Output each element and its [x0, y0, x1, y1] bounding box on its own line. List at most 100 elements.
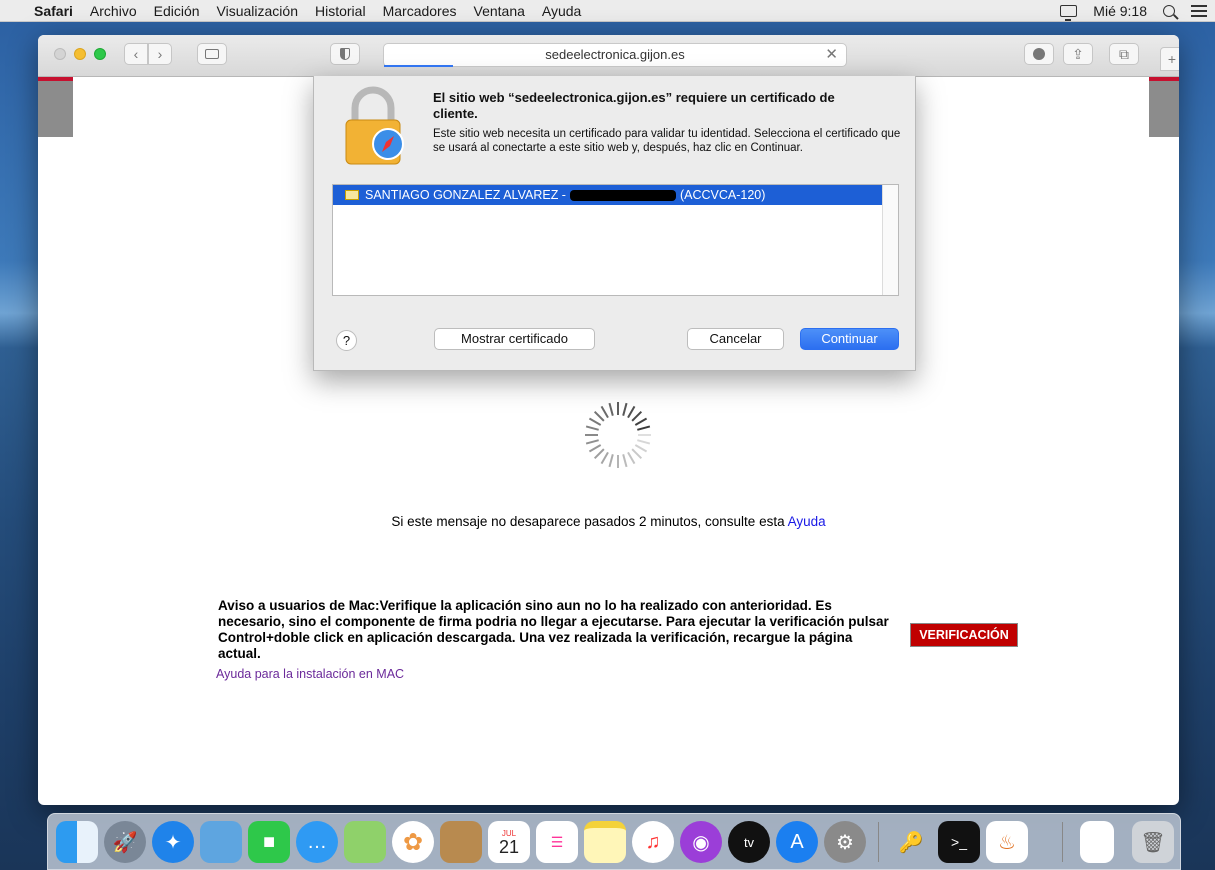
back-button[interactable]: ‹	[124, 43, 148, 65]
tab-overview-button[interactable]: ⧉	[1109, 43, 1139, 65]
dock: 🚀 ✦ ■ … ✿ JUL 21 ☰ ♫ ◉ tv A ⚙ 🔑 >_ ♨ 🗑	[47, 813, 1181, 870]
spinner-tick	[608, 402, 614, 416]
system-preferences-icon[interactable]: ⚙	[824, 821, 866, 863]
reminders-icon[interactable]: ☰	[536, 821, 578, 863]
continue-button[interactable]: Continuar	[800, 328, 899, 350]
certificate-list-scrollbar[interactable]	[882, 185, 898, 295]
spinner-tick	[622, 454, 628, 468]
certificate-list[interactable]: SANTIAGO GONZALEZ ALVAREZ - (ACCVCA-120)	[332, 184, 899, 296]
menu-edicion[interactable]: Edición	[154, 3, 200, 19]
spinner-tick	[631, 448, 643, 460]
mac-notice: Aviso a usuarios de Mac:Verifique la apl…	[218, 598, 889, 661]
url-text: sedeelectronica.gijon.es	[545, 47, 685, 62]
show-certificate-button[interactable]: Mostrar certificado	[434, 328, 595, 350]
menu-visualizacion[interactable]: Visualización	[217, 3, 298, 19]
plus-icon: +	[1167, 51, 1177, 67]
display-mirroring-icon[interactable]	[1060, 5, 1078, 21]
spinner-tick	[600, 405, 609, 419]
page-load-progress	[384, 65, 454, 67]
wait-help-link[interactable]: Ayuda	[788, 514, 826, 529]
notes-icon[interactable]	[584, 821, 626, 863]
spotlight-search-icon[interactable]	[1163, 5, 1175, 17]
messages-icon[interactable]: …	[296, 821, 338, 863]
redaction-bar	[569, 190, 676, 202]
spinner-tick	[588, 444, 602, 453]
certificate-issuer: (ACCVCA-120)	[679, 188, 766, 202]
lock-icon	[345, 86, 404, 165]
forward-button[interactable]: ›	[148, 43, 172, 65]
site-header-left	[38, 77, 73, 137]
dock-separator	[878, 822, 879, 862]
menu-ventana[interactable]: Ventana	[474, 3, 525, 19]
cancel-button[interactable]: Cancelar	[687, 328, 784, 350]
spinner-tick	[585, 425, 599, 431]
share-icon: ⇪	[1072, 45, 1084, 62]
spinner-tick	[627, 405, 636, 419]
spinner-tick	[585, 439, 599, 445]
shield-icon	[340, 48, 350, 60]
spinner-tick	[637, 425, 651, 431]
spinner-tick	[637, 439, 651, 445]
menu-clock[interactable]: Mié 9:18	[1093, 3, 1147, 19]
spinner-tick	[631, 410, 643, 422]
tabs-icon: ⧉	[1119, 45, 1129, 62]
wait-message-text: Si este mensaje no desaparece pasados 2 …	[391, 514, 785, 529]
sidebar-icon	[205, 49, 219, 59]
terminal-icon[interactable]: >_	[938, 821, 980, 863]
spinner-tick	[622, 402, 628, 416]
dialog-body: Este sitio web necesita un certificado p…	[433, 128, 901, 154]
dialog-title: El sitio web “sedeelectronica.gijon.es” …	[433, 90, 835, 121]
podcasts-icon[interactable]: ◉	[680, 821, 722, 863]
dock-separator	[1062, 822, 1063, 862]
launchpad-icon[interactable]: 🚀	[104, 821, 146, 863]
contacts-icon[interactable]	[440, 821, 482, 863]
certificate-row[interactable]: SANTIAGO GONZALEZ ALVAREZ - (ACCVCA-120)	[333, 185, 882, 205]
spinner-tick	[608, 454, 614, 468]
java-icon[interactable]: ♨	[986, 821, 1028, 863]
downloads-button[interactable]	[1024, 43, 1054, 65]
minimize-window-icon[interactable]	[74, 48, 86, 60]
music-icon[interactable]: ♫	[632, 821, 674, 863]
spinner-tick	[600, 451, 609, 465]
menu-marcadores[interactable]: Marcadores	[383, 3, 457, 19]
menu-ayuda[interactable]: Ayuda	[542, 3, 581, 19]
privacy-report-button[interactable]	[330, 43, 360, 65]
menu-app-safari[interactable]: Safari	[34, 3, 73, 19]
safari-icon[interactable]: ✦	[152, 821, 194, 863]
appstore-icon[interactable]: A	[776, 821, 818, 863]
stop-loading-icon[interactable]: ✕	[825, 44, 838, 66]
wait-message: Si este mensaje no desaparece pasados 2 …	[38, 514, 1179, 529]
help-button[interactable]: ?	[336, 330, 357, 351]
calendar-icon[interactable]: JUL 21	[488, 821, 530, 863]
menu-archivo[interactable]: Archivo	[90, 3, 137, 19]
maps-icon[interactable]	[344, 821, 386, 863]
site-header-right	[1149, 77, 1179, 137]
close-window-icon[interactable]	[54, 48, 66, 60]
zoom-window-icon[interactable]	[94, 48, 106, 60]
spinner-tick	[588, 417, 602, 426]
spinner-tick	[627, 451, 636, 465]
loading-spinner-icon	[585, 402, 651, 468]
share-button[interactable]: ⇪	[1063, 43, 1093, 65]
notification-center-icon[interactable]	[1191, 5, 1207, 17]
sidebar-toggle-button[interactable]	[197, 43, 227, 65]
new-tab-button[interactable]: +	[1160, 47, 1179, 71]
address-bar[interactable]: sedeelectronica.gijon.es ✕	[383, 43, 847, 67]
mac-install-help-link[interactable]: Ayuda para la instalación en MAC	[216, 667, 404, 681]
menu-bar: Safari Archivo Edición Visualización His…	[0, 0, 1215, 22]
calendar-day: 21	[498, 836, 520, 857]
document-icon[interactable]	[1080, 821, 1114, 863]
facetime-icon[interactable]: ■	[248, 821, 290, 863]
browser-toolbar: ‹ › sedeelectronica.gijon.es ✕ ⇪ ⧉ +	[38, 35, 1179, 77]
photos-icon[interactable]: ✿	[392, 821, 434, 863]
appletv-icon[interactable]: tv	[728, 821, 770, 863]
client-certificate-dialog: El sitio web “sedeelectronica.gijon.es” …	[313, 76, 916, 371]
spinner-tick	[634, 444, 648, 453]
download-icon	[1033, 48, 1045, 60]
finder-icon[interactable]	[56, 821, 98, 863]
trash-icon[interactable]: 🗑	[1132, 821, 1174, 863]
preview-icon[interactable]	[200, 821, 242, 863]
verify-button[interactable]: VERIFICACIÓN	[910, 623, 1018, 647]
keychain-icon[interactable]: 🔑	[890, 821, 932, 863]
menu-historial[interactable]: Historial	[315, 3, 366, 19]
